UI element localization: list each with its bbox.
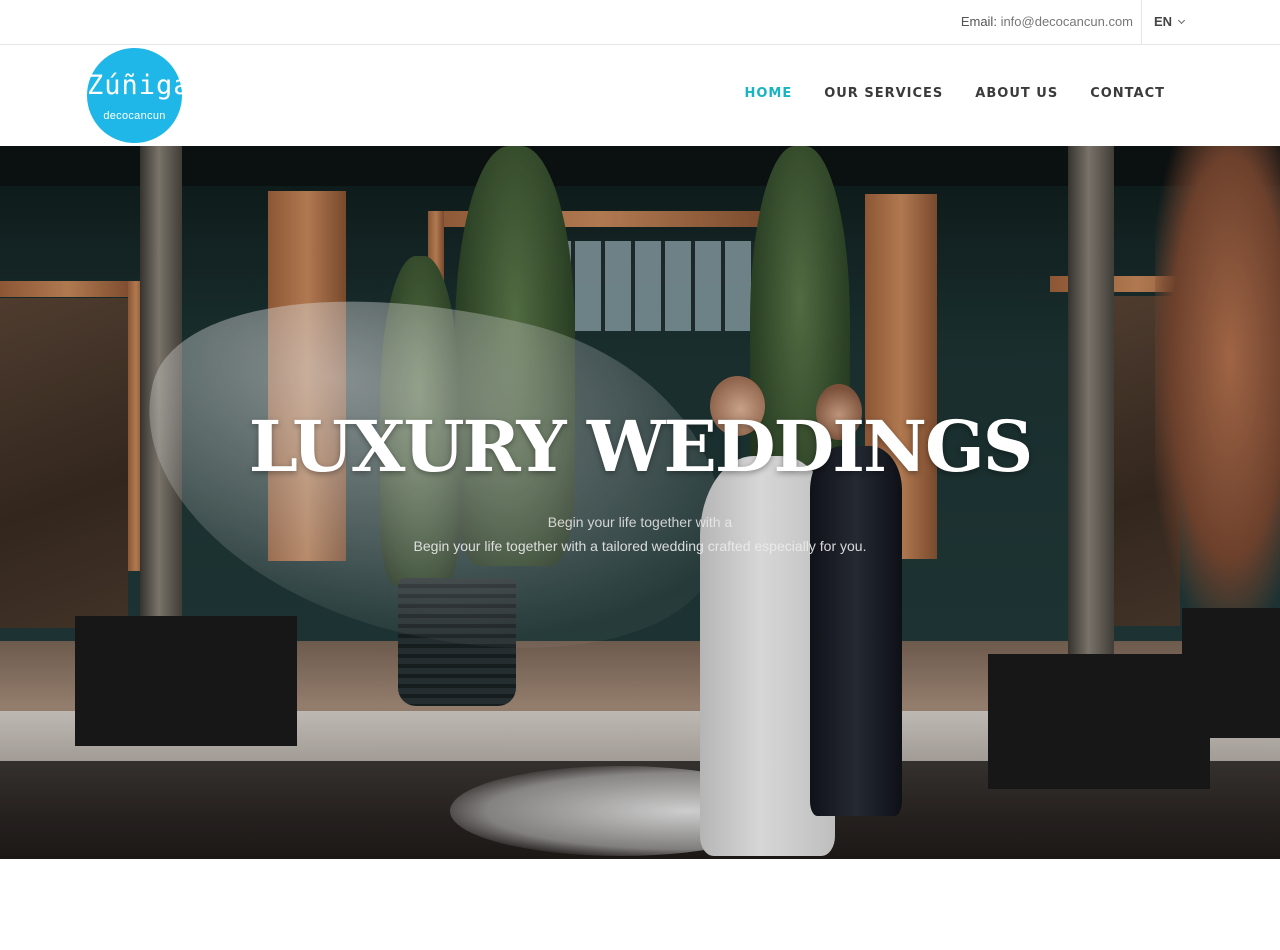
contact-email[interactable]: Email: info@decocancun.com [961, 14, 1133, 29]
hero-subtitle-partial: Begin your life together with a [547, 514, 733, 530]
hero-title: LUXURY WEDDINGS [248, 405, 1034, 488]
email-value[interactable]: info@decocancun.com [1001, 14, 1133, 29]
site-logo[interactable]: Zúñiga decocancun [87, 48, 191, 143]
top-bar-divider [1141, 0, 1142, 44]
email-label: Email: [960, 14, 997, 29]
language-selector[interactable]: EN [1154, 14, 1186, 29]
chevron-down-icon [1178, 16, 1186, 24]
logo-name: Zúñiga [87, 70, 191, 101]
nav-item-about-us[interactable]: ABOUT US [975, 86, 1058, 101]
logo-subtitle: decocancun [103, 110, 166, 122]
hero-banner: LUXURY WEDDINGS Begin your life together… [0, 146, 1280, 859]
nav-item-contact[interactable]: CONTACT [1090, 86, 1165, 101]
site-header: Zúñiga decocancun HOME OUR SERVICES ABOU… [0, 45, 1280, 146]
main-nav: HOME OUR SERVICES ABOUT US CONTACT [744, 86, 1165, 101]
hero-subtitle: Begin your life together with a tailored… [413, 538, 867, 554]
nav-item-home[interactable]: HOME [744, 86, 792, 101]
top-bar: Email: info@decocancun.com EN [0, 0, 1280, 45]
nav-item-our-services[interactable]: OUR SERVICES [824, 86, 943, 101]
language-label: EN [1154, 14, 1173, 29]
